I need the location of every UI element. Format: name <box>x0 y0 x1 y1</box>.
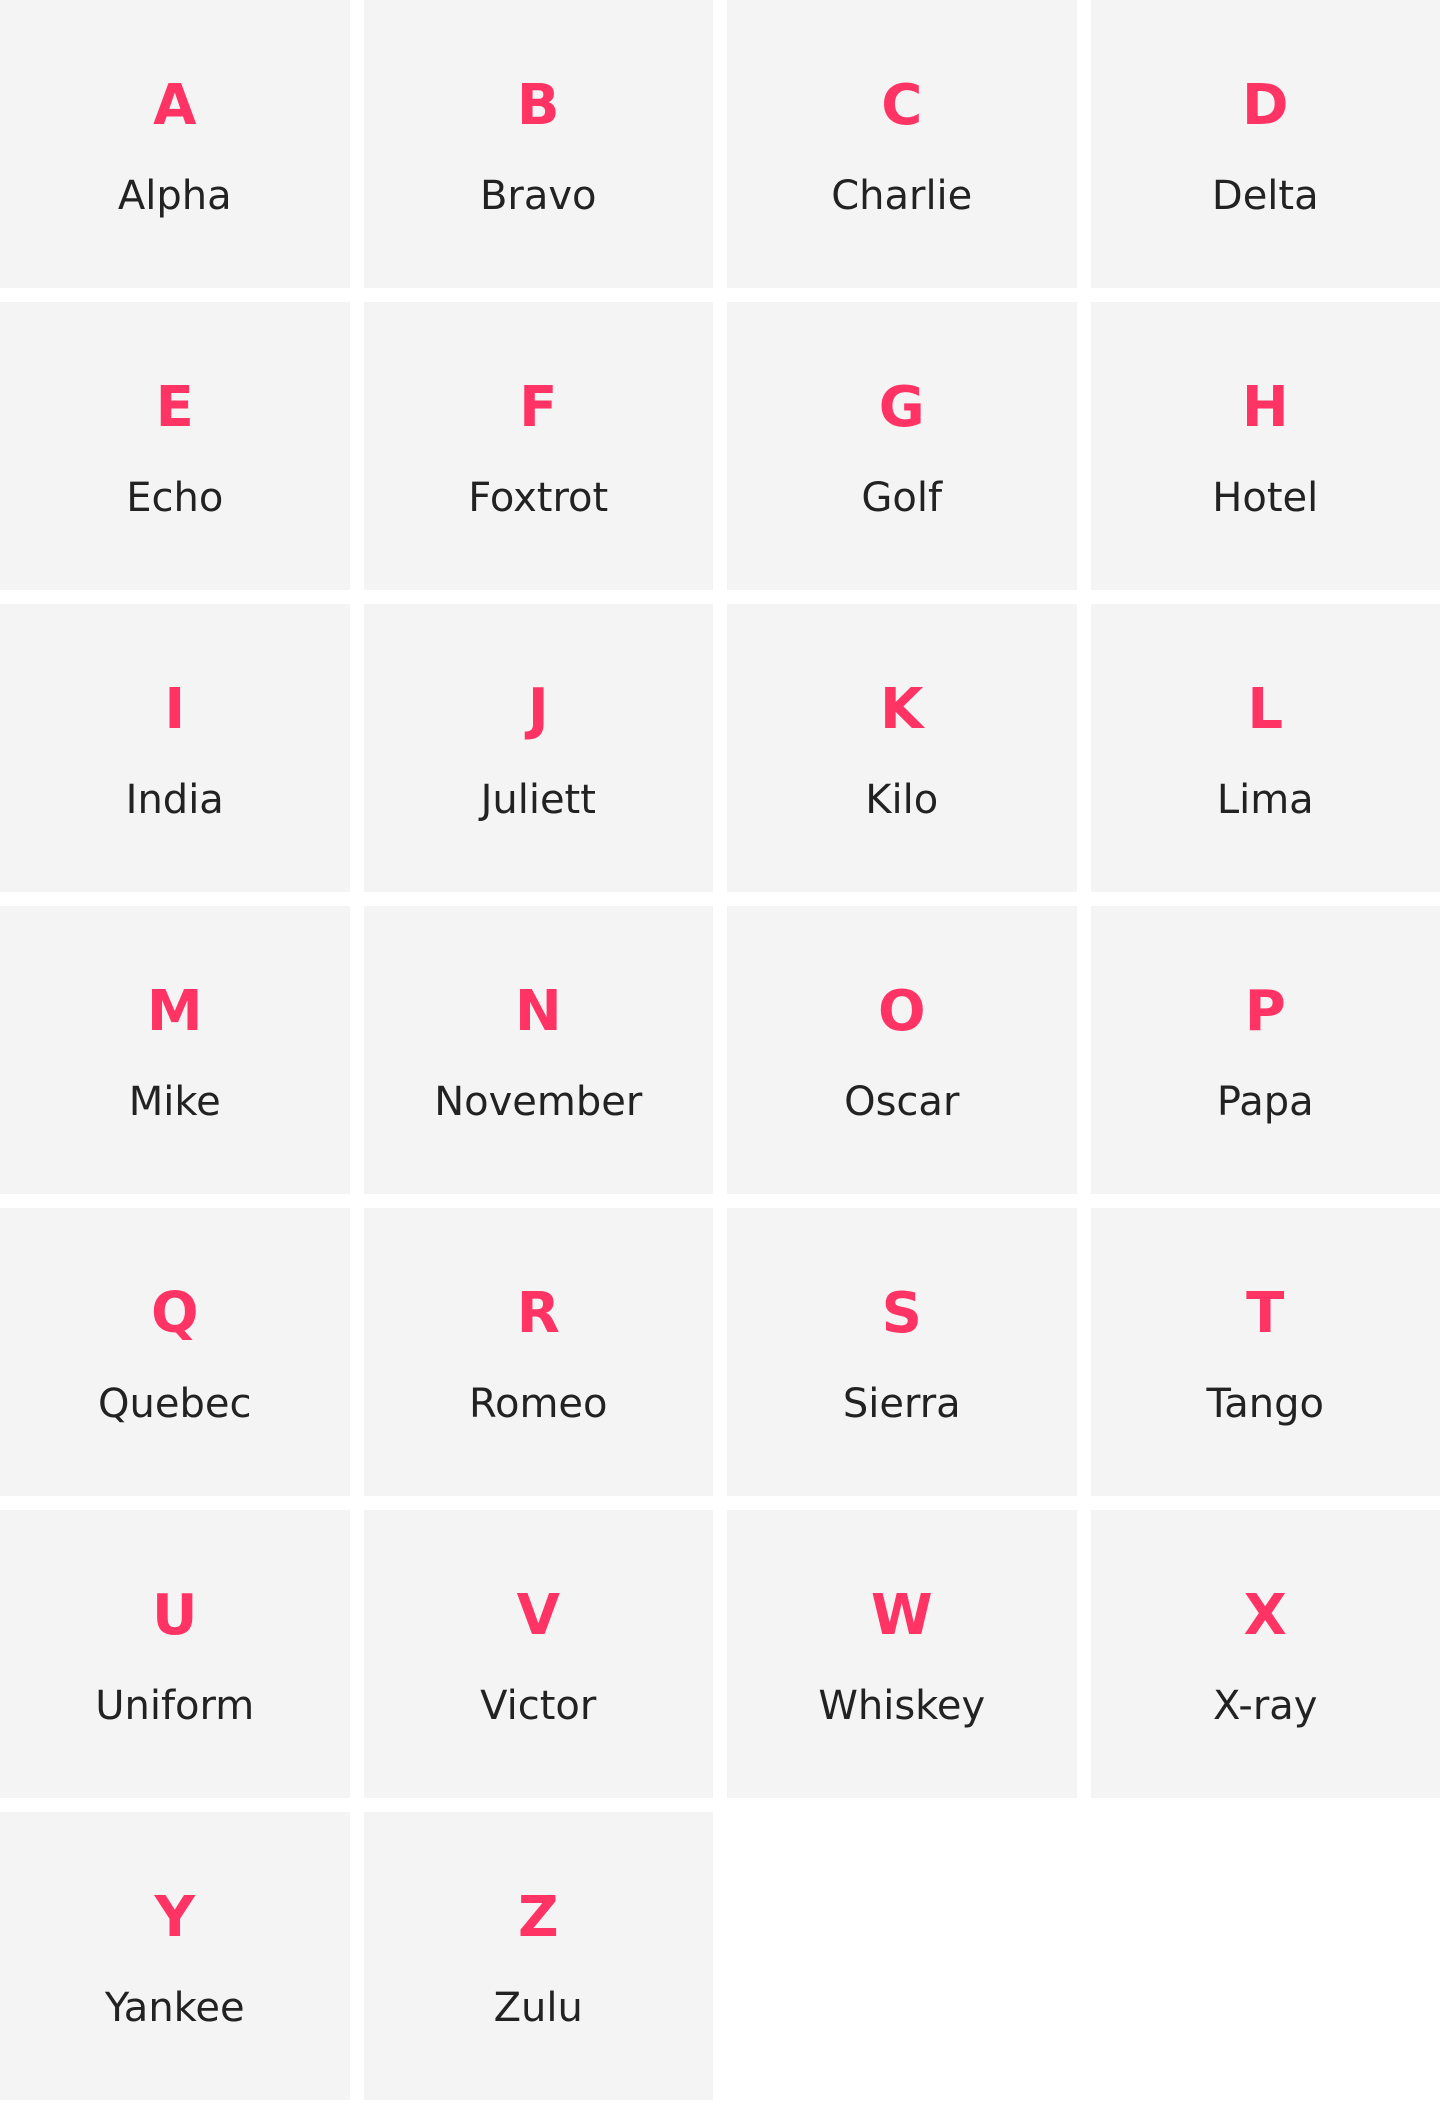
card-word: Echo <box>126 475 224 521</box>
alphabet-card-g: G Golf <box>727 302 1077 590</box>
card-word: Juliett <box>480 777 596 823</box>
alphabet-card-k: K Kilo <box>727 604 1077 892</box>
alphabet-card-f: F Foxtrot <box>363 302 713 590</box>
alphabet-card-d: D Delta <box>1090 0 1440 288</box>
card-word: Sierra <box>842 1381 961 1427</box>
card-word: Victor <box>480 1683 597 1729</box>
card-letter: K <box>880 677 924 742</box>
card-word: Oscar <box>844 1079 960 1125</box>
card-word: Yankee <box>104 1985 245 2031</box>
card-letter: O <box>877 979 926 1044</box>
alphabet-card-l: L Lima <box>1090 604 1440 892</box>
card-word: Charlie <box>831 173 973 219</box>
card-letter: J <box>527 677 549 742</box>
alphabet-card-z: Z Zulu <box>363 1812 713 2100</box>
alphabet-card-p: P Papa <box>1090 906 1440 1194</box>
alphabet-card-v: V Victor <box>363 1510 713 1798</box>
card-letter: G <box>878 375 925 440</box>
card-letter: Z <box>517 1885 559 1950</box>
alphabet-card-m: M Mike <box>0 906 350 1194</box>
alphabet-card-j: J Juliett <box>363 604 713 892</box>
card-word: Delta <box>1211 173 1319 219</box>
card-letter: L <box>1247 677 1284 742</box>
alphabet-card-r: R Romeo <box>363 1208 713 1496</box>
card-word: Quebec <box>98 1381 252 1427</box>
card-word: Hotel <box>1212 475 1319 521</box>
card-letter: Y <box>154 1885 196 1950</box>
alphabet-card-c: C Charlie <box>727 0 1077 288</box>
card-letter: V <box>516 1583 560 1648</box>
alphabet-card-w: W Whiskey <box>727 1510 1077 1798</box>
card-word: India <box>125 777 224 823</box>
card-letter: Q <box>150 1281 199 1346</box>
alphabet-card-b: B Bravo <box>363 0 713 288</box>
card-word: Uniform <box>95 1683 255 1729</box>
card-letter: H <box>1241 375 1289 440</box>
alphabet-card-a: A Alpha <box>0 0 350 288</box>
card-word: Zulu <box>493 1985 583 2031</box>
card-letter: W <box>870 1583 933 1648</box>
alphabet-card-i: I India <box>0 604 350 892</box>
card-word: November <box>434 1079 643 1125</box>
card-word: Lima <box>1216 777 1314 823</box>
card-word: Mike <box>128 1079 221 1125</box>
card-word: Romeo <box>468 1381 608 1427</box>
card-letter: U <box>152 1583 198 1648</box>
alphabet-card-q: Q Quebec <box>0 1208 350 1496</box>
card-word: Tango <box>1206 1381 1325 1427</box>
card-word: Bravo <box>479 173 597 219</box>
card-letter: X <box>1243 1583 1287 1648</box>
card-letter: M <box>146 979 203 1044</box>
card-letter: I <box>164 677 186 742</box>
alphabet-card-n: N November <box>363 906 713 1194</box>
card-letter: D <box>1242 73 1289 138</box>
alphabet-card-x: X X-ray <box>1090 1510 1440 1798</box>
card-letter: T <box>1246 1281 1285 1346</box>
card-letter: C <box>881 73 923 138</box>
card-word: Whiskey <box>818 1683 986 1729</box>
card-letter: P <box>1244 979 1286 1044</box>
alphabet-card-h: H Hotel <box>1090 302 1440 590</box>
card-letter: R <box>516 1281 560 1346</box>
card-letter: A <box>153 73 197 138</box>
card-letter: N <box>514 979 562 1044</box>
card-letter: F <box>519 375 558 440</box>
card-word: Kilo <box>865 777 939 823</box>
alphabet-card-u: U Uniform <box>0 1510 350 1798</box>
alphabet-card-o: O Oscar <box>727 906 1077 1194</box>
alphabet-card-t: T Tango <box>1090 1208 1440 1496</box>
card-word: Foxtrot <box>468 475 609 521</box>
card-word: Papa <box>1216 1079 1314 1125</box>
alphabet-card-e: E Echo <box>0 302 350 590</box>
card-word: Alpha <box>117 173 232 219</box>
phonetic-alphabet-grid: A Alpha B Bravo C Charlie D Delta E Echo F Fox… <box>0 0 1440 2100</box>
card-word: Golf <box>861 475 943 521</box>
alphabet-card-y: Y Yankee <box>0 1812 350 2100</box>
card-letter: S <box>881 1281 922 1346</box>
card-letter: E <box>155 375 194 440</box>
alphabet-card-s: S Sierra <box>727 1208 1077 1496</box>
card-letter: B <box>516 73 560 138</box>
card-word: X-ray <box>1213 1683 1318 1729</box>
